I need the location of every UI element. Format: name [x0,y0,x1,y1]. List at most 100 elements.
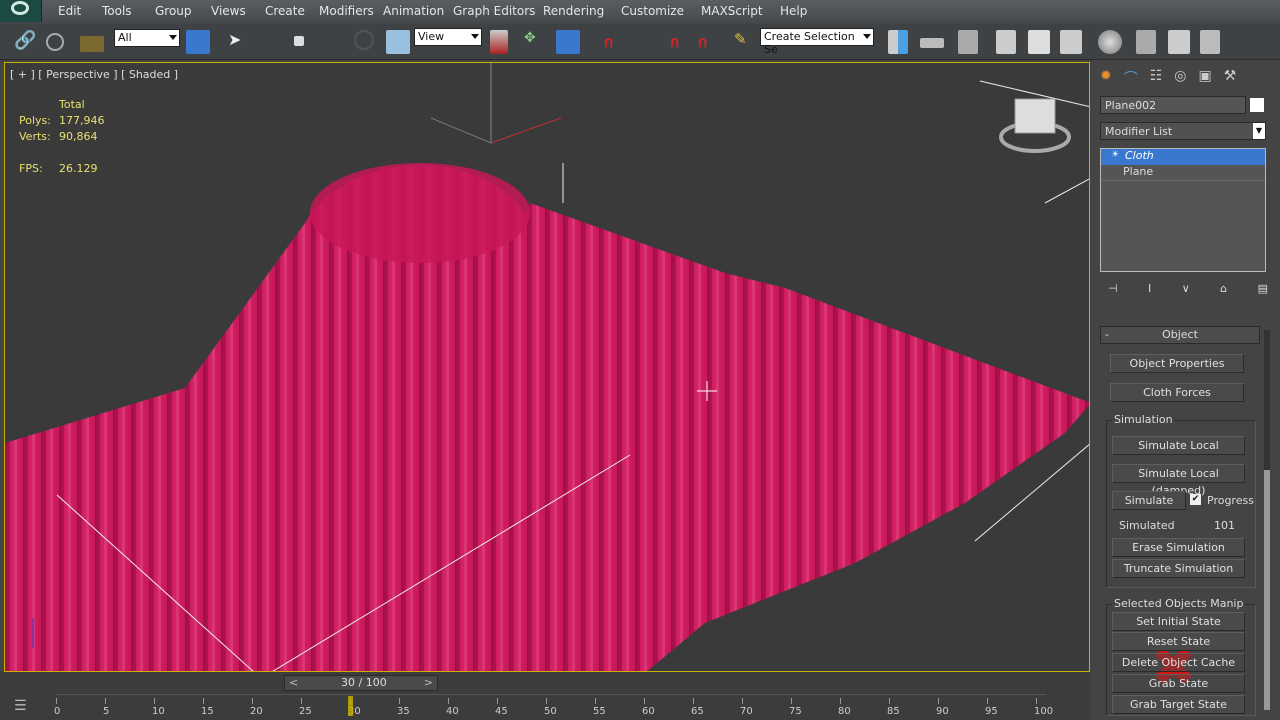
layer-manager-icon[interactable] [958,30,978,54]
material-editor-icon[interactable] [1098,30,1122,54]
show-end-result-icon[interactable]: Ⅰ [1148,282,1151,298]
link-icon[interactable]: 🔗 [14,30,38,54]
menu-graph-editors[interactable]: Graph Editors [453,4,535,18]
stats-header: Total [59,98,85,111]
rect-selection-icon[interactable] [294,36,304,46]
timeline-tick [889,698,890,704]
polys-label: Polys: [19,114,51,127]
timeline-tick-label: 5 [103,706,110,717]
scale-icon[interactable] [386,30,410,54]
timeline-tick-label: 75 [789,706,802,717]
snap-toggle-icon[interactable]: ก [604,30,628,54]
viewport-label-menu[interactable]: [ + ] [ Perspective ] [ Shaded ] [10,68,178,81]
timeline-tick [987,698,988,704]
timeline-tick-label: 45 [495,706,508,717]
render-setup-icon[interactable] [1136,30,1156,54]
bind-space-warp-icon[interactable] [80,36,104,52]
viewcube-icon[interactable] [999,98,1071,153]
simulated-value: 101 [1214,519,1235,532]
reference-coord-dropdown[interactable]: View [414,28,482,46]
object-properties-button[interactable]: Object Properties [1110,354,1244,373]
timeline-tick [644,698,645,704]
timeline-tick-label: 90 [936,706,949,717]
menu-create[interactable]: Create [265,4,305,18]
curve-editor-icon[interactable] [1028,30,1050,54]
menu-modifiers[interactable]: Modifiers [319,4,374,18]
scene-explorer-icon[interactable] [996,30,1016,54]
select-object-button[interactable] [186,30,210,54]
simulate-local-damped-button[interactable]: Simulate Local (damped) [1112,464,1245,497]
menu-edit[interactable]: Edit [58,4,81,18]
pin-stack-icon[interactable]: ⊣ [1108,282,1118,298]
render-production-icon[interactable] [1200,30,1220,54]
cloth-forces-button[interactable]: Cloth Forces [1110,383,1244,402]
reset-state-button[interactable]: Reset State [1112,632,1245,651]
menu-animation[interactable]: Animation [383,4,444,18]
align-icon[interactable] [920,38,944,48]
menu-views[interactable]: Views [211,4,246,18]
menu-help[interactable]: Help [780,4,807,18]
timeline-tick-label: 60 [642,706,655,717]
prev-frame-button[interactable]: < [289,676,298,689]
rotate-icon[interactable] [354,30,374,50]
simulation-group-label: Simulation [1112,413,1175,426]
named-selection-dropdown[interactable]: Create Selection Se [760,28,874,56]
timeline-tick [791,698,792,704]
time-slider[interactable]: < 30 / 100 > [284,675,438,691]
stack-item-cloth[interactable]: ☀ Cloth [1101,149,1265,165]
simulate-button[interactable]: Simulate [1112,491,1186,510]
schematic-view-icon[interactable] [1060,30,1082,54]
menu-rendering[interactable]: Rendering [543,4,604,18]
hierarchy-tab-icon[interactable]: ☷ [1150,68,1163,86]
next-frame-button[interactable]: > [424,676,433,689]
make-unique-icon[interactable]: ∨ [1182,282,1190,298]
cloth-mesh [5,165,1089,671]
select-by-name-icon[interactable]: ➤ [228,30,252,54]
edit-named-selection-icon[interactable]: ✎ [734,30,758,54]
pivot-center-icon[interactable] [490,30,508,54]
grab-target-state-button[interactable]: Grab Target State [1112,695,1245,714]
timeline-tick [742,698,743,704]
grab-state-button[interactable]: Grab State [1112,674,1245,693]
erase-simulation-button[interactable]: Erase Simulation [1112,538,1245,557]
app-logo-button[interactable] [0,0,42,22]
spinner-snap-icon[interactable]: ก [698,30,722,54]
unlink-icon[interactable] [46,33,64,51]
utilities-tab-icon[interactable]: ⚒ [1224,68,1237,86]
modify-tab-icon[interactable]: ⌒ [1124,68,1138,87]
rendered-frame-window-icon[interactable] [1168,30,1190,54]
menu-group[interactable]: Group [155,4,192,18]
mirror-icon[interactable] [888,30,908,54]
light-bulb-icon[interactable]: ☀ [1111,150,1119,160]
delete-object-cache-button[interactable]: Delete Object Cache [1112,653,1245,672]
timeline-tick-label: 100 [1034,706,1054,717]
track-bar[interactable] [56,694,1046,695]
selection-filter-dropdown[interactable]: All [114,29,180,47]
stack-item-plane[interactable]: Plane [1101,165,1265,181]
timeline-tick-label: 10 [152,706,165,717]
panel-scrollbar[interactable] [1264,330,1270,710]
menu-customize[interactable]: Customize [621,4,684,18]
create-tab-icon[interactable]: ✹ [1100,68,1112,86]
open-mini-curve-editor-icon[interactable]: ☰ [14,698,27,714]
perspective-viewport[interactable]: [ + ] [ Perspective ] [ Shaded ] Total P… [4,62,1090,672]
simulate-local-button[interactable]: Simulate Local [1112,436,1245,455]
object-name-field[interactable]: Plane002 [1100,96,1246,114]
menu-tools[interactable]: Tools [102,4,132,18]
motion-tab-icon[interactable]: ◎ [1174,68,1186,86]
object-color-swatch[interactable] [1250,98,1264,112]
object-rollout-header[interactable]: - Object [1100,326,1260,344]
display-tab-icon[interactable]: ▣ [1199,68,1212,86]
percent-snap-icon[interactable]: ก [670,30,694,54]
truncate-simulation-button[interactable]: Truncate Simulation [1112,559,1245,578]
timeline-tick [56,698,57,704]
remove-modifier-icon[interactable]: ⌂ [1220,282,1227,298]
set-initial-state-button[interactable]: Set Initial State [1112,612,1245,631]
current-frame-marker[interactable] [348,696,353,716]
keyboard-shortcut-override-button[interactable] [556,30,580,54]
modifier-list-dropdown[interactable]: Modifier List ▼ [1100,122,1266,140]
time-slider-label: 30 / 100 [341,676,387,689]
menu-maxscript[interactable]: MAXScript [701,4,763,18]
select-manipulate-icon[interactable]: ✥ [524,30,548,54]
configure-modifier-sets-icon[interactable]: ▤ [1258,282,1268,298]
